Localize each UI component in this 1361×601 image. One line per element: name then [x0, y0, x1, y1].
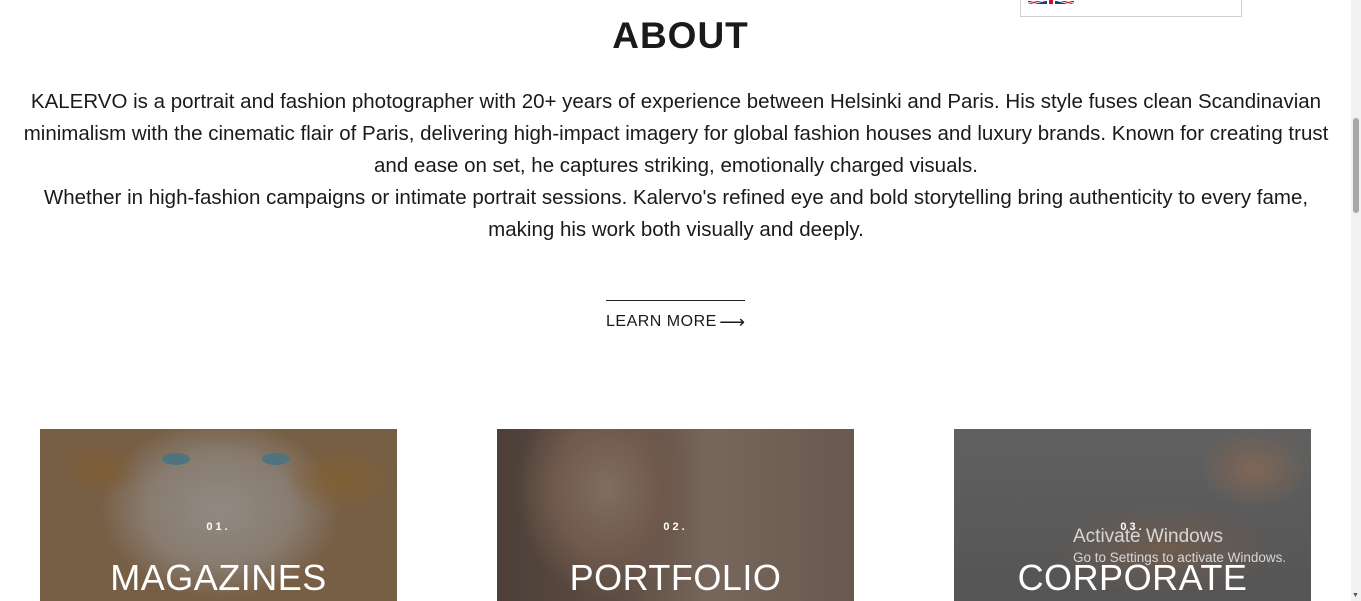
about-paragraph-2: Whether in high-fashion campaigns or int…	[43, 186, 1309, 241]
category-card-magazines[interactable]: 01. MAGAZINES	[40, 429, 397, 601]
page-scrollbar[interactable]: ▼	[1351, 0, 1361, 601]
category-number: 01.	[206, 521, 231, 533]
category-label: CORPORATE	[1017, 557, 1248, 598]
category-label: PORTFOLIO	[569, 557, 782, 598]
learn-more-link[interactable]: LEARN MORE ⟶	[606, 300, 745, 334]
category-card-corporate[interactable]: 03. CORPORATE	[954, 429, 1311, 601]
about-title: ABOUT	[612, 15, 749, 56]
category-label: MAGAZINES	[110, 557, 327, 598]
category-number: 02.	[663, 521, 688, 533]
about-description: KALERVO is a portrait and fashion photog…	[22, 86, 1330, 246]
arrow-right-icon: ⟶	[719, 311, 745, 332]
scrollbar-thumb[interactable]	[1353, 118, 1359, 213]
scroll-down-icon[interactable]: ▼	[1352, 592, 1359, 599]
category-card-portfolio[interactable]: 02. PORTFOLIO	[497, 429, 854, 601]
uk-flag-icon	[1028, 0, 1074, 4]
about-paragraph-1: KALERVO is a portrait and fashion photog…	[23, 90, 1329, 177]
category-number: 03.	[1120, 521, 1145, 533]
learn-more-label: LEARN MORE	[606, 312, 717, 330]
